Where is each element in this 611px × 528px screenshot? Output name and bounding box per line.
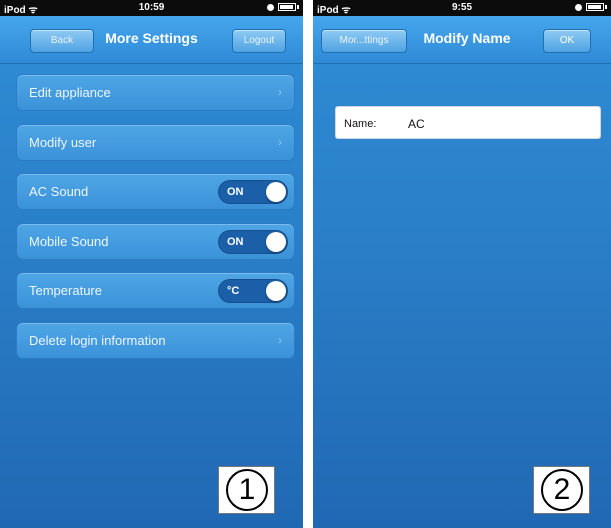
step-number: 2: [541, 469, 583, 511]
toggle-knob: [266, 182, 286, 202]
status-bar: iPod ᯤ 10:59: [0, 0, 303, 16]
mobile-sound-toggle[interactable]: ON: [218, 229, 288, 254]
step-badge-1: 1: [218, 466, 275, 514]
name-field-value[interactable]: AC: [408, 117, 425, 131]
menu-item-label: Edit appliance: [29, 85, 111, 100]
chevron-right-icon: ›: [278, 134, 282, 149]
menu-item-label: Delete login information: [29, 332, 166, 348]
toggle-state: ON: [227, 235, 244, 248]
menu-item-edit-appliance[interactable]: Edit appliance ›: [16, 74, 295, 111]
menu-item-delete-login-information[interactable]: Delete login information ›: [16, 321, 295, 359]
battery-indicator: [267, 3, 299, 11]
menu-item-temperature: Temperature °C: [16, 272, 295, 309]
temperature-unit-toggle[interactable]: °C: [218, 279, 288, 303]
rotation-lock-icon: [267, 3, 274, 11]
page-title: Modify Name: [423, 30, 511, 46]
menu-item-mobile-sound: Mobile Sound ON: [16, 222, 295, 260]
toggle-knob: [266, 281, 286, 301]
battery-icon: [586, 3, 604, 11]
toggle-state: ON: [227, 186, 244, 198]
step-number: 1: [226, 469, 268, 511]
name-field-label: Name:: [344, 118, 377, 130]
toggle-state: °C: [227, 285, 240, 297]
ac-sound-toggle[interactable]: ON: [218, 180, 288, 204]
chevron-right-icon: ›: [278, 85, 282, 99]
ok-button[interactable]: OK: [543, 29, 591, 53]
battery-icon: [278, 3, 296, 11]
navigation-bar: Mor...ttings Modify Name OK: [313, 16, 611, 64]
modify-name-screen: iPod ᯤ 9:55 Mor...ttings Modify Name OK …: [313, 0, 611, 528]
rotation-lock-icon: [575, 3, 582, 11]
page-title: More Settings: [105, 30, 198, 46]
chevron-right-icon: ›: [278, 332, 282, 347]
menu-item-modify-user[interactable]: Modify user ›: [16, 123, 295, 161]
clock: 10:59: [138, 2, 165, 13]
battery-indicator: [575, 3, 607, 11]
more-settings-screen: iPod ᯤ 10:59 Back More Settings Logout E…: [0, 0, 303, 528]
menu-item-label: Mobile Sound: [29, 233, 109, 249]
status-bar: iPod ᯤ 9:55: [313, 0, 611, 16]
logout-button[interactable]: Logout: [232, 29, 286, 53]
settings-menu: Edit appliance › Modify user › AC Sound …: [16, 74, 295, 371]
menu-item-ac-sound: AC Sound ON: [16, 173, 295, 210]
toggle-knob: [266, 231, 286, 252]
navigation-bar: Back More Settings Logout: [0, 16, 303, 64]
step-badge-2: 2: [533, 466, 590, 514]
name-input-field[interactable]: Name: AC: [335, 106, 601, 139]
menu-item-label: Temperature: [29, 283, 102, 298]
clock: 9:55: [451, 2, 472, 13]
menu-item-label: AC Sound: [29, 184, 89, 199]
menu-item-label: Modify user: [29, 134, 97, 150]
